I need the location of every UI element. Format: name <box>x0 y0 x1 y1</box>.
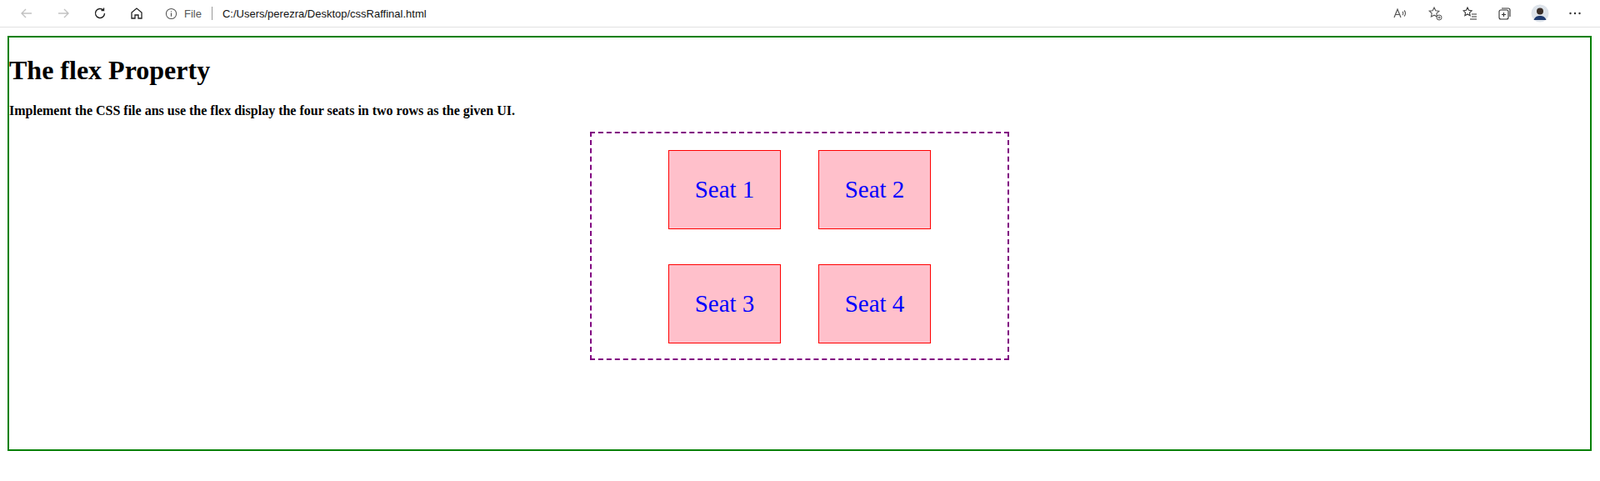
forward-arrow-icon <box>55 5 71 21</box>
seat: Seat 2 <box>818 150 931 230</box>
address-bar[interactable]: File C:/Users/perezra/Desktop/cssRaffinal… <box>165 6 1385 20</box>
read-aloud-button[interactable] <box>1385 0 1415 26</box>
seat: Seat 1 <box>668 150 781 230</box>
home-button[interactable] <box>121 0 152 26</box>
profile-avatar-icon <box>1530 4 1550 23</box>
back-button[interactable] <box>11 0 42 26</box>
read-aloud-icon <box>1392 5 1408 21</box>
collections-icon <box>1497 5 1513 21</box>
favorites-list-icon <box>1462 5 1478 21</box>
info-icon <box>165 7 178 20</box>
favorites-button[interactable] <box>1455 0 1485 26</box>
page-viewport: The flex Property Implement the CSS file … <box>0 27 1600 468</box>
instruction-text: Implement the CSS file ans use the flex … <box>9 103 1590 119</box>
favorite-button[interactable] <box>1420 0 1450 26</box>
scheme-label: File <box>184 7 202 20</box>
more-dots-icon <box>1567 5 1583 21</box>
reload-button[interactable] <box>85 0 115 26</box>
collections-button[interactable] <box>1490 0 1520 26</box>
url-text: C:/Users/perezra/Desktop/cssRaffinal.htm… <box>222 7 427 20</box>
seat-container: Seat 1 Seat 2 Seat 3 Seat 4 <box>590 131 1010 360</box>
forward-button[interactable] <box>48 0 79 26</box>
seat: Seat 3 <box>668 264 781 344</box>
address-separator <box>211 6 213 20</box>
profile-button[interactable] <box>1525 0 1555 26</box>
browser-toolbar: File C:/Users/perezra/Desktop/cssRaffinal… <box>0 0 1600 28</box>
reload-icon <box>92 5 108 21</box>
home-icon <box>129 5 145 21</box>
more-button[interactable] <box>1560 0 1590 26</box>
toolbar-actions <box>1385 0 1594 26</box>
star-add-icon <box>1427 5 1443 21</box>
seat: Seat 4 <box>818 264 931 344</box>
browser-window: File C:/Users/perezra/Desktop/cssRaffinal… <box>0 0 1600 468</box>
page-heading: The flex Property <box>9 55 1590 86</box>
back-arrow-icon <box>19 5 35 21</box>
page-frame: The flex Property Implement the CSS file … <box>7 35 1592 451</box>
